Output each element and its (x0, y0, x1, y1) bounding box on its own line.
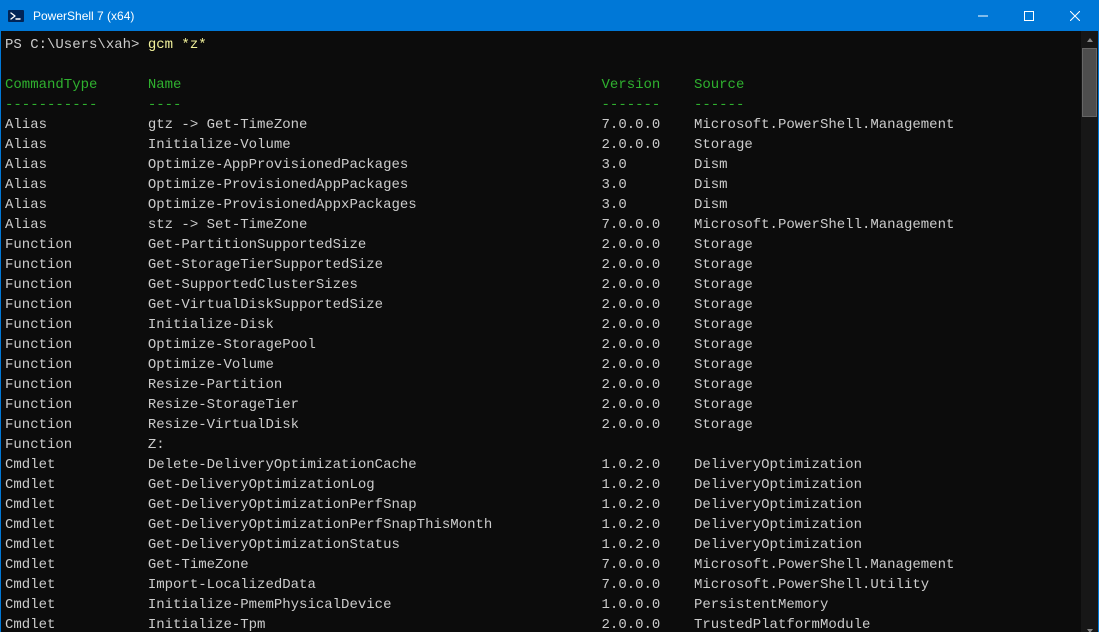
table-row: Alias Optimize-ProvisionedAppPackages 3.… (5, 175, 1077, 195)
table-row: Function Z: (5, 435, 1077, 455)
table-row: Function Resize-VirtualDisk 2.0.0.0 Stor… (5, 415, 1077, 435)
client-area: PS C:\Users\xah> gcm *z* CommandType Nam… (1, 31, 1098, 632)
minimize-button[interactable] (960, 1, 1006, 31)
table-row: Cmdlet Initialize-Tpm 2.0.0.0 TrustedPla… (5, 615, 1077, 632)
table-row: Function Resize-StorageTier 2.0.0.0 Stor… (5, 395, 1077, 415)
scrollbar-track[interactable] (1081, 48, 1098, 622)
scrollbar-thumb[interactable] (1082, 48, 1097, 117)
powershell-window: PowerShell 7 (x64) PS C:\Users\xah> gcm … (0, 0, 1099, 632)
table-row: Function Initialize-Disk 2.0.0.0 Storage (5, 315, 1077, 335)
table-header-underline: ----------- ---- ------- ------ (5, 95, 1077, 115)
app-icon (1, 8, 31, 24)
table-row: Cmdlet Delete-DeliveryOptimizationCache … (5, 455, 1077, 475)
table-row: Cmdlet Get-TimeZone 7.0.0.0 Microsoft.Po… (5, 555, 1077, 575)
close-button[interactable] (1052, 1, 1098, 31)
scroll-down-arrow-icon[interactable] (1081, 622, 1098, 632)
window-title: PowerShell 7 (x64) (31, 9, 134, 23)
table-row: Function Get-VirtualDiskSupportedSize 2.… (5, 295, 1077, 315)
table-row: Cmdlet Initialize-PmemPhysicalDevice 1.0… (5, 595, 1077, 615)
terminal-output[interactable]: PS C:\Users\xah> gcm *z* CommandType Nam… (1, 31, 1081, 632)
table-row: Function Get-PartitionSupportedSize 2.0.… (5, 235, 1077, 255)
table-row: Function Optimize-Volume 2.0.0.0 Storage (5, 355, 1077, 375)
scroll-up-arrow-icon[interactable] (1081, 31, 1098, 48)
prompt-line: PS C:\Users\xah> gcm *z* (5, 35, 1077, 55)
table-row: Function Resize-Partition 2.0.0.0 Storag… (5, 375, 1077, 395)
table-row: Function Optimize-StoragePool 2.0.0.0 St… (5, 335, 1077, 355)
table-row: Cmdlet Get-DeliveryOptimizationLog 1.0.2… (5, 475, 1077, 495)
table-row: Alias Initialize-Volume 2.0.0.0 Storage (5, 135, 1077, 155)
table-row: Function Get-StorageTierSupportedSize 2.… (5, 255, 1077, 275)
table-header: CommandType Name Version Source (5, 75, 1077, 95)
table-row: Cmdlet Get-DeliveryOptimizationStatus 1.… (5, 535, 1077, 555)
maximize-button[interactable] (1006, 1, 1052, 31)
table-row: Cmdlet Import-LocalizedData 7.0.0.0 Micr… (5, 575, 1077, 595)
table-row: Alias stz -> Set-TimeZone 7.0.0.0 Micros… (5, 215, 1077, 235)
table-row: Cmdlet Get-DeliveryOptimizationPerfSnap … (5, 495, 1077, 515)
blank-line (5, 55, 1077, 75)
table-row: Cmdlet Get-DeliveryOptimizationPerfSnapT… (5, 515, 1077, 535)
vertical-scrollbar[interactable] (1081, 31, 1098, 632)
titlebar[interactable]: PowerShell 7 (x64) (1, 1, 1098, 31)
table-row: Alias Optimize-ProvisionedAppxPackages 3… (5, 195, 1077, 215)
table-row: Alias gtz -> Get-TimeZone 7.0.0.0 Micros… (5, 115, 1077, 135)
table-row: Alias Optimize-AppProvisionedPackages 3.… (5, 155, 1077, 175)
table-row: Function Get-SupportedClusterSizes 2.0.0… (5, 275, 1077, 295)
